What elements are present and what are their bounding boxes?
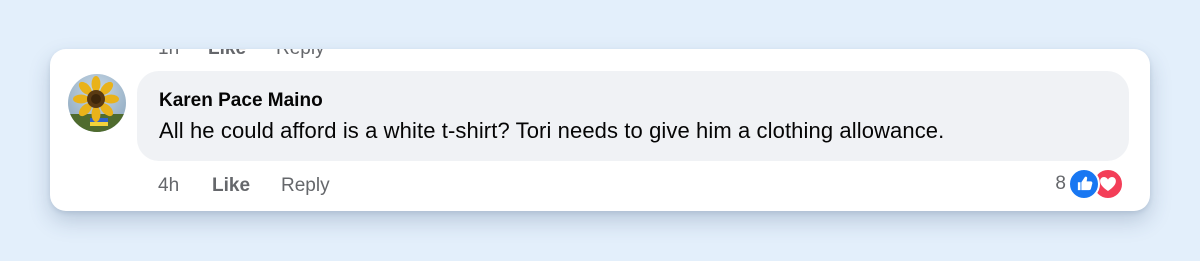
sunflower-avatar-image <box>68 74 126 132</box>
comment-author-name[interactable]: Karen Pace Maino <box>159 90 323 112</box>
previous-comment-actions: 1h Like Reply <box>158 49 325 60</box>
avatar[interactable] <box>68 74 126 132</box>
previous-comment-reply-button[interactable]: Reply <box>276 49 325 60</box>
previous-comment-like-button[interactable]: Like <box>208 49 276 60</box>
reaction-count: 8 <box>1055 173 1066 194</box>
comment-text: All he could afford is a white t-shirt? … <box>159 118 945 143</box>
reactions-summary[interactable]: 8 <box>1055 167 1124 201</box>
like-button[interactable]: Like <box>212 175 281 197</box>
like-icon <box>1068 168 1100 200</box>
comment-actions: 4h Like Reply <box>158 175 330 197</box>
previous-comment-timestamp[interactable]: 1h <box>158 49 208 60</box>
reply-button[interactable]: Reply <box>281 175 330 197</box>
comment-timestamp[interactable]: 4h <box>158 175 212 197</box>
comment-card: 1h Like Reply <box>50 49 1150 211</box>
comment-bubble: Karen Pace Maino All he could afford is … <box>137 71 1129 161</box>
